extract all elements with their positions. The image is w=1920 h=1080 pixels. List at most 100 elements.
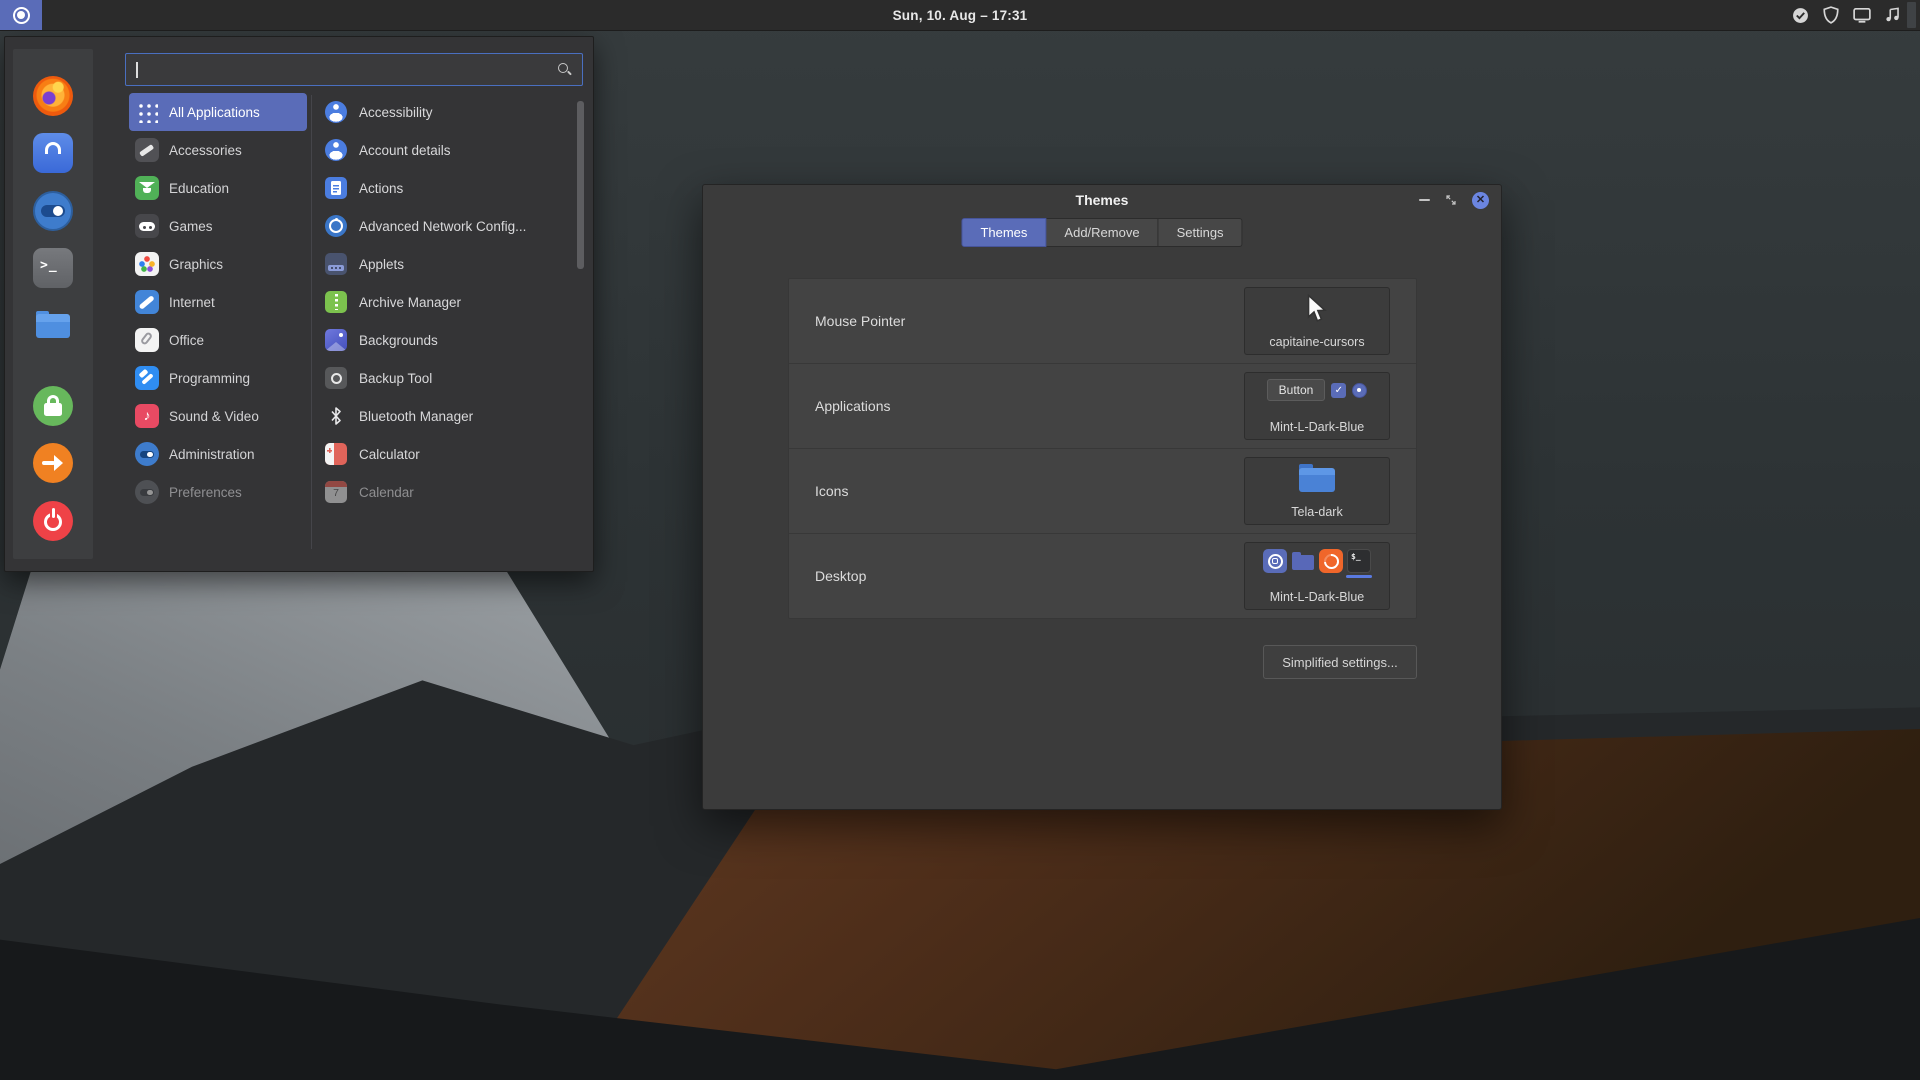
app-label: Backgrounds	[359, 333, 438, 348]
grid-icon	[136, 101, 158, 123]
row-label: Icons	[815, 449, 848, 533]
app-accessibility[interactable]: Accessibility	[321, 93, 577, 131]
firefox-mini-icon	[1319, 549, 1343, 573]
graduation-cap-icon	[135, 176, 159, 200]
search-icon	[558, 63, 572, 77]
icons-theme-picker[interactable]: Tela-dark	[1244, 457, 1390, 525]
app-label: Applets	[359, 257, 404, 272]
calendar-icon	[325, 481, 347, 503]
category-sound-video[interactable]: Sound & Video	[129, 397, 307, 435]
category-administration[interactable]: Administration	[129, 435, 307, 473]
app-advanced-network-config[interactable]: Advanced Network Config...	[321, 207, 577, 245]
logout-icon[interactable]	[33, 443, 73, 483]
category-label: Preferences	[169, 485, 242, 500]
toggle-icon	[135, 442, 159, 466]
category-graphics[interactable]: Graphics	[129, 245, 307, 283]
show-desktop-strip[interactable]	[1907, 2, 1916, 28]
search-input[interactable]	[136, 57, 548, 82]
category-label: Education	[169, 181, 229, 196]
app-calendar[interactable]: Calendar	[321, 473, 577, 511]
close-button[interactable]: ✕	[1472, 192, 1489, 209]
app-actions[interactable]: Actions	[321, 169, 577, 207]
system-settings-icon[interactable]	[33, 191, 73, 231]
updates-ok-icon[interactable]	[1791, 6, 1809, 24]
bluetooth-icon	[325, 405, 347, 427]
column-divider	[311, 95, 312, 549]
category-label: Sound & Video	[169, 409, 259, 424]
app-archive-manager[interactable]: Archive Manager	[321, 283, 577, 321]
application-menu: All Applications Accessories Education G…	[4, 36, 594, 572]
window-titlebar[interactable]: Themes ✕	[703, 185, 1501, 215]
app-calculator[interactable]: Calculator	[321, 435, 577, 473]
desktop-theme-picker[interactable]: Mint-L-Dark-Blue	[1244, 542, 1390, 610]
display-icon[interactable]	[1853, 6, 1871, 24]
simplified-settings-button[interactable]: Simplified settings...	[1263, 645, 1417, 679]
category-preferences[interactable]: Preferences	[129, 473, 307, 511]
category-education[interactable]: Education	[129, 169, 307, 207]
tab-add-remove[interactable]: Add/Remove	[1046, 218, 1158, 247]
theme-name: Mint-L-Dark-Blue	[1270, 590, 1364, 604]
feather-icon	[135, 290, 159, 314]
category-all-applications[interactable]: All Applications	[129, 93, 307, 131]
row-mouse-pointer: Mouse Pointer capitaine-cursors	[789, 279, 1416, 364]
tab-settings[interactable]: Settings	[1159, 218, 1243, 247]
lock-screen-icon[interactable]	[33, 386, 73, 426]
software-manager-icon[interactable]	[33, 133, 73, 173]
category-label: Graphics	[169, 257, 223, 272]
wallpaper-icon	[325, 329, 347, 351]
person-icon	[325, 101, 347, 123]
menu-favorites-sidebar	[13, 49, 93, 559]
terminal-icon[interactable]	[33, 248, 73, 288]
row-icons: Icons Tela-dark	[789, 449, 1416, 534]
toggle-icon	[135, 480, 159, 504]
minimize-button[interactable]	[1419, 199, 1430, 201]
app-bluetooth-manager[interactable]: Bluetooth Manager	[321, 397, 577, 435]
app-label: Calculator	[359, 447, 420, 462]
hammer-icon	[135, 366, 159, 390]
apps-scrollbar[interactable]	[577, 101, 584, 269]
category-label: Internet	[169, 295, 215, 310]
applications-theme-picker[interactable]: Button Mint-L-Dark-Blue	[1244, 372, 1390, 440]
themes-window: Themes ✕ Themes Add/Remove Settings Mous…	[702, 184, 1502, 810]
firefox-icon[interactable]	[33, 76, 73, 116]
app-account-details[interactable]: Account details	[321, 131, 577, 169]
application-list: Accessibility Account details Actions Ad…	[321, 93, 577, 511]
theme-settings-list: Mouse Pointer capitaine-cursors Applicat…	[788, 278, 1417, 619]
media-player-icon[interactable]	[1884, 6, 1902, 24]
category-accessories[interactable]: Accessories	[129, 131, 307, 169]
mouse-pointer-theme-picker[interactable]: capitaine-cursors	[1244, 287, 1390, 355]
app-label: Backup Tool	[359, 371, 432, 386]
panel-clock[interactable]: Sun, 10. Aug – 17:31	[0, 0, 1920, 30]
theme-name: Tela-dark	[1291, 505, 1342, 519]
category-office[interactable]: Office	[129, 321, 307, 359]
row-label: Desktop	[815, 534, 866, 618]
flower-icon	[135, 252, 159, 276]
category-label: Office	[169, 333, 204, 348]
folder-mini-icon	[1291, 549, 1315, 573]
app-label: Accessibility	[359, 105, 433, 120]
terminal-mini-icon	[1347, 549, 1371, 573]
panel-icon	[325, 253, 347, 275]
ring-icon	[325, 367, 347, 389]
category-label: Administration	[169, 447, 255, 462]
category-list: All Applications Accessories Education G…	[129, 93, 307, 511]
shutdown-icon[interactable]	[33, 501, 73, 541]
category-games[interactable]: Games	[129, 207, 307, 245]
app-applets[interactable]: Applets	[321, 245, 577, 283]
category-internet[interactable]: Internet	[129, 283, 307, 321]
category-programming[interactable]: Programming	[129, 359, 307, 397]
tab-themes[interactable]: Themes	[961, 218, 1046, 247]
firewall-shield-icon[interactable]	[1822, 6, 1840, 24]
gamepad-icon	[135, 214, 159, 238]
app-backup-tool[interactable]: Backup Tool	[321, 359, 577, 397]
window-controls: ✕	[1419, 185, 1489, 215]
preview-radio-icon	[1352, 383, 1367, 398]
maximize-button[interactable]	[1446, 195, 1456, 205]
row-desktop: Desktop Mint-L-Dark-Blue	[789, 534, 1416, 618]
app-backgrounds[interactable]: Backgrounds	[321, 321, 577, 359]
theme-name: Mint-L-Dark-Blue	[1270, 420, 1364, 434]
mint-logo-mini-icon	[1263, 549, 1287, 573]
window-title: Themes	[703, 185, 1501, 215]
category-label: Programming	[169, 371, 250, 386]
files-icon[interactable]	[33, 306, 73, 346]
